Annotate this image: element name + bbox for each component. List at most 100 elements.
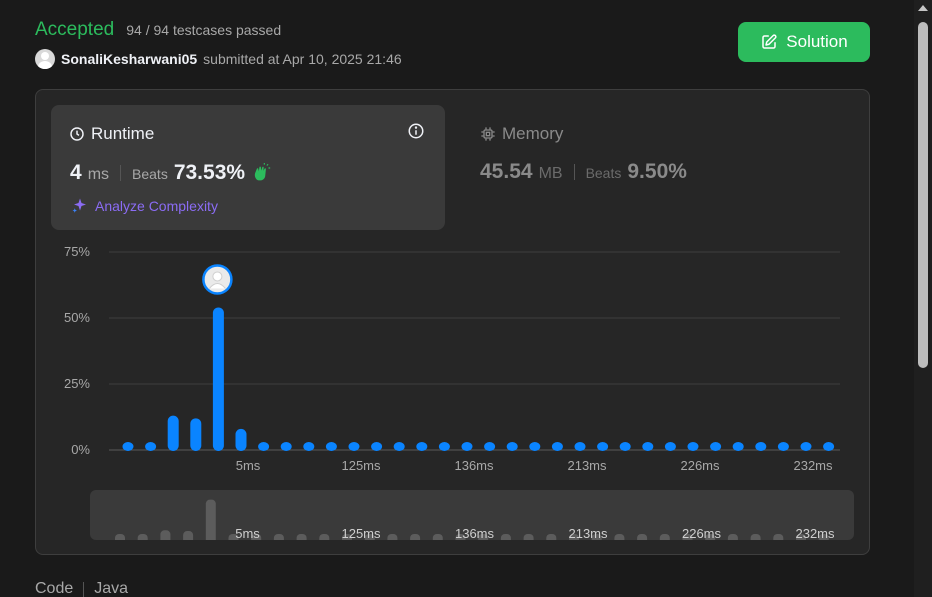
- overview-bar: [523, 534, 534, 540]
- bar: [280, 442, 292, 451]
- runtime-beats-label: Beats: [132, 166, 168, 182]
- memory-title: Memory: [502, 124, 564, 143]
- bar: [710, 442, 722, 451]
- bar: [642, 442, 654, 451]
- submitted-time: submitted at Apr 10, 2025 21:46: [203, 51, 402, 67]
- divider: [573, 164, 575, 180]
- y-tick-label: 50%: [64, 310, 90, 325]
- runtime-card[interactable]: Runtime 4 ms Beats 73.53% Analyze Comple…: [51, 105, 445, 230]
- language-tab[interactable]: Java: [94, 580, 128, 597]
- x-tick-label: 136ms: [454, 458, 494, 473]
- overview-x-label: 125ms: [341, 526, 381, 540]
- runtime-unit: ms: [87, 166, 110, 183]
- overview-bar: [319, 534, 330, 540]
- bar: [687, 442, 699, 451]
- overview-bar: [410, 534, 421, 540]
- bar: [461, 442, 473, 451]
- bar: [597, 442, 609, 451]
- y-tick-label: 0%: [71, 442, 90, 457]
- overview-bar: [614, 534, 625, 540]
- scroll-up-arrow-icon[interactable]: [918, 5, 928, 11]
- overview-bar: [137, 534, 148, 540]
- chip-icon: [481, 127, 495, 141]
- overview-chart[interactable]: 5ms 125ms 136ms 213ms 226ms 232ms: [90, 490, 854, 540]
- runtime-beats-value: 73.53%: [173, 161, 246, 184]
- solution-button-label: Solution: [786, 32, 848, 51]
- scrollbar-thumb[interactable]: [918, 22, 928, 368]
- clock-icon: [70, 127, 84, 141]
- overview-bar: [296, 534, 307, 540]
- x-tick-label: 125ms: [341, 458, 381, 473]
- overview-bar: [205, 499, 216, 540]
- memory-beats-label: Beats: [585, 165, 622, 181]
- bar: [122, 442, 134, 451]
- info-icon[interactable]: [407, 122, 425, 140]
- bar: [732, 442, 744, 451]
- bar: [145, 442, 157, 451]
- bar: [348, 442, 360, 451]
- overview-bar: [546, 534, 557, 540]
- memory-unit: MB: [538, 165, 563, 182]
- y-tick-label: 75%: [64, 244, 90, 259]
- bar: [235, 428, 247, 451]
- overview-x-label: 232ms: [795, 526, 835, 540]
- bar: [190, 418, 202, 451]
- bar: [484, 442, 496, 451]
- runtime-distribution-chart[interactable]: 75% 50% 25% 0% 5ms 125ms 136ms 213ms 226ms 232ms: [50, 240, 850, 480]
- bar: [438, 442, 450, 451]
- memory-beats-value: 9.50%: [627, 160, 687, 183]
- bar: [506, 442, 518, 451]
- edit-icon: [762, 34, 777, 49]
- overview-x-label: 213ms: [568, 526, 608, 540]
- bar: [393, 442, 405, 451]
- bar: [167, 415, 179, 451]
- runtime-value: 4: [70, 161, 82, 184]
- testcases-passed: 94 / 94 testcases passed: [126, 22, 282, 38]
- username[interactable]: SonaliKesharwani05: [61, 51, 197, 67]
- memory-header[interactable]: Memory: [480, 124, 563, 144]
- status-row: Accepted 94 / 94 testcases passed: [35, 19, 281, 41]
- chart-overview-slider[interactable]: 5ms 125ms 136ms 213ms 226ms 232ms: [90, 490, 854, 540]
- overview-bar: [160, 530, 171, 540]
- user-marker-head: [212, 271, 223, 282]
- bar: [303, 442, 315, 451]
- divider: [83, 581, 85, 597]
- overview-bar: [637, 534, 648, 540]
- x-tick-label: 232ms: [793, 458, 833, 473]
- memory-metrics: 45.54 MB Beats 9.50%: [480, 160, 687, 184]
- bar: [755, 442, 767, 451]
- x-tick-label: 226ms: [680, 458, 720, 473]
- memory-value: 45.54: [480, 160, 533, 183]
- overview-x-label: 136ms: [455, 526, 495, 540]
- overview-bar: [727, 534, 738, 540]
- bar: [574, 442, 586, 451]
- sparkle-icon: [72, 198, 86, 213]
- bar: [664, 442, 676, 451]
- overview-bar: [432, 534, 443, 540]
- x-tick-label: 213ms: [567, 458, 607, 473]
- bar: [551, 442, 563, 451]
- bar: [212, 307, 224, 451]
- overview-bar: [115, 534, 125, 540]
- bar: [416, 442, 428, 451]
- y-tick-label: 25%: [64, 376, 90, 391]
- runtime-header: Runtime: [69, 124, 154, 144]
- overview-bar: [750, 534, 761, 540]
- code-tabs: Code Java: [35, 580, 128, 597]
- code-tab[interactable]: Code: [35, 580, 73, 597]
- bar: [258, 442, 270, 451]
- bar: [823, 442, 835, 451]
- bar: [800, 442, 812, 451]
- overview-bar: [183, 531, 194, 540]
- overview-x-label: 226ms: [682, 526, 722, 540]
- overview-bar: [387, 534, 398, 540]
- bar: [529, 442, 541, 451]
- solution-button[interactable]: Solution: [738, 22, 870, 62]
- bar: [371, 442, 383, 451]
- analyze-complexity-label: Analyze Complexity: [95, 198, 218, 214]
- analyze-complexity-link[interactable]: Analyze Complexity: [71, 197, 218, 215]
- runtime-metrics: 4 ms Beats 73.53%: [70, 161, 271, 185]
- avatar[interactable]: [35, 49, 55, 69]
- x-tick-label: 5ms: [236, 458, 261, 473]
- runtime-title: Runtime: [91, 124, 155, 143]
